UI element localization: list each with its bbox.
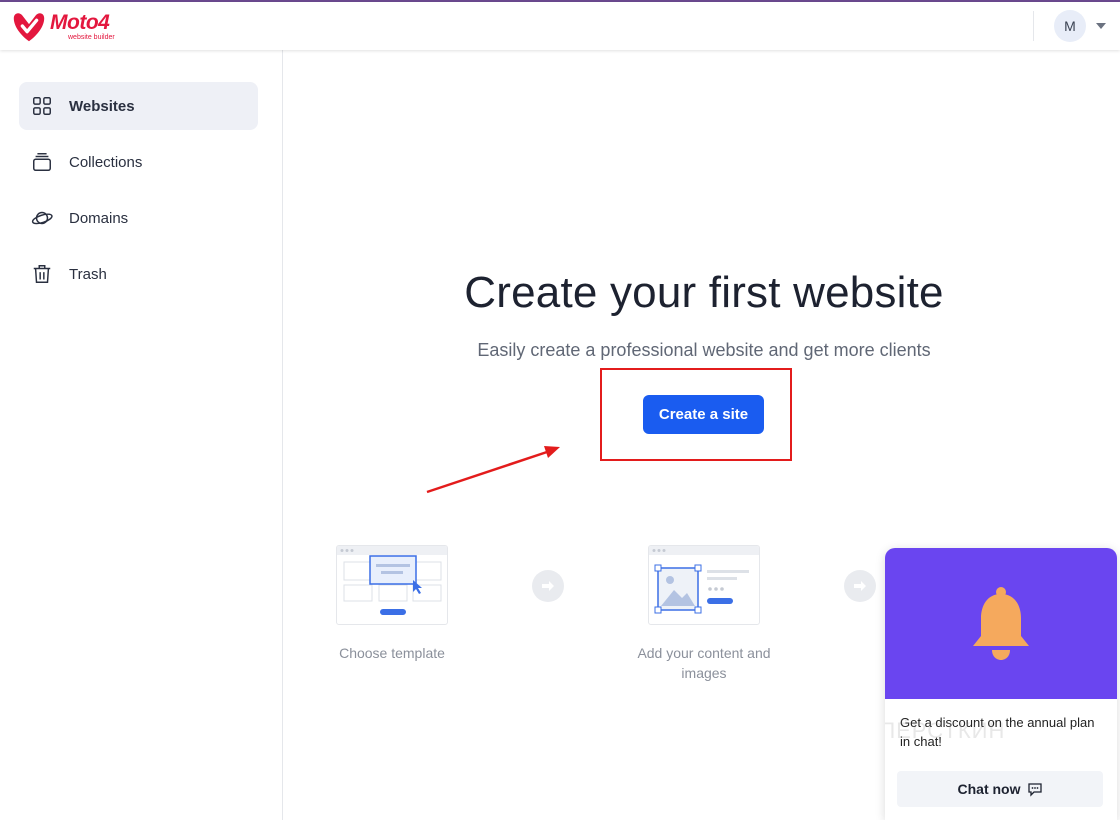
chat-bubble-icon xyxy=(1027,783,1042,797)
page-title: Create your first website xyxy=(464,268,944,317)
trash-icon xyxy=(31,263,53,285)
user-avatar[interactable]: M xyxy=(1054,10,1086,42)
popup-banner xyxy=(885,548,1117,699)
create-site-button[interactable]: Create a site xyxy=(643,395,764,434)
sidebar-item-domains[interactable]: Domains xyxy=(19,194,258,242)
header-divider xyxy=(1033,11,1034,41)
sidebar: Websites Collections Domains Trash xyxy=(0,50,283,820)
grid-icon xyxy=(31,95,53,117)
app-header: Moto4 website builder M xyxy=(0,2,1120,50)
sidebar-item-label: Collections xyxy=(69,153,143,171)
step-choose-template: Choose template xyxy=(312,545,472,663)
logo-subtitle: website builder xyxy=(68,33,115,41)
logo-mark-icon xyxy=(13,13,45,42)
step-caption: Choose template xyxy=(339,645,445,661)
arrow-right-icon xyxy=(532,570,564,602)
sidebar-item-collections[interactable]: Collections xyxy=(19,138,258,186)
chat-popup: Get a discount on the annual plan in cha… xyxy=(885,548,1117,820)
sidebar-item-label: Trash xyxy=(69,265,107,283)
content-illustration-icon xyxy=(648,545,760,625)
step-add-content: Add your content and images xyxy=(624,545,784,683)
sidebar-item-label: Domains xyxy=(69,209,129,227)
template-illustration-icon xyxy=(336,545,448,625)
page-subtitle: Easily create a professional website and… xyxy=(477,340,931,360)
sidebar-item-websites[interactable]: Websites xyxy=(19,82,258,130)
step-caption: Add your content and images xyxy=(637,645,771,681)
sidebar-item-trash[interactable]: Trash xyxy=(19,250,258,298)
arrow-right-icon xyxy=(844,570,876,602)
logo[interactable]: Moto4 website builder xyxy=(10,7,115,45)
logo-name: Moto4 xyxy=(50,10,110,34)
stack-icon xyxy=(31,151,53,173)
chat-now-label: Chat now xyxy=(957,781,1021,797)
planet-icon xyxy=(31,207,53,229)
sidebar-item-label: Websites xyxy=(69,97,135,115)
watermark: НАПЁРСТКИН xyxy=(885,718,1006,743)
annotation-arrow-icon xyxy=(426,446,560,494)
chevron-down-icon[interactable] xyxy=(1096,23,1106,29)
chat-now-button[interactable]: Chat now xyxy=(897,771,1103,807)
bell-icon xyxy=(973,586,1029,660)
